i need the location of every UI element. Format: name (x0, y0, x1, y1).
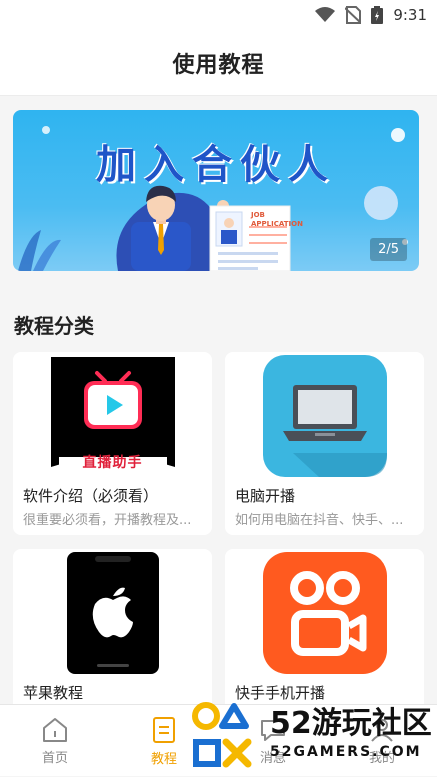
job-sign-line2: APPLICATION (251, 220, 303, 228)
apple-phone-icon (66, 552, 159, 674)
bottom-tab-bar: 首页 教程 消息 我的 (0, 704, 437, 776)
tab-home-label: 首页 (41, 750, 68, 766)
wifi-icon (315, 7, 336, 22)
card-thumbnail: 直播助手 (13, 352, 212, 480)
page-header: 使用教程 (0, 30, 437, 96)
status-icons (315, 6, 384, 24)
tab-home[interactable]: 首页 (15, 705, 95, 777)
battery-icon (371, 6, 384, 24)
tutorial-card-pc-live[interactable]: 电脑开播 如何用电脑在抖音、快手、... (225, 352, 424, 535)
status-bar: 9:31 (0, 0, 437, 30)
home-icon (43, 717, 67, 742)
profile-icon (371, 718, 393, 742)
kuaishou-logo-icon (262, 552, 387, 674)
card-thumbnail (225, 549, 424, 677)
promo-banner[interactable]: 加入合伙人 JOB APPLICATION 2/5 (13, 110, 419, 271)
live-assistant-caption: 直播助手 (82, 455, 143, 471)
card-title: 快手手机开播 (235, 684, 326, 702)
no-sim-icon (345, 6, 362, 24)
tab-profile-label: 我的 (368, 750, 395, 766)
card-title: 苹果教程 (23, 684, 84, 702)
card-thumbnail (225, 352, 424, 480)
tutorial-icon (153, 716, 175, 743)
card-description: 如何用电脑在抖音、快手、... (235, 513, 404, 528)
page-title: 使用教程 (172, 52, 265, 78)
status-time: 9:31 (393, 6, 427, 24)
tab-message[interactable]: 消息 (233, 705, 313, 777)
card-title: 电脑开播 (235, 487, 296, 505)
tutorial-card-intro[interactable]: 直播助手 软件介绍（必须看） 很重要必须看，开播教程及... (13, 352, 212, 535)
tab-profile[interactable]: 我的 (342, 705, 422, 777)
job-sign: JOB APPLICATION (251, 211, 303, 229)
banner-page-indicator: 2/5 (370, 238, 407, 261)
banner-illustration (18, 126, 408, 271)
tab-message-label: 消息 (259, 750, 286, 766)
card-description: 很重要必须看，开播教程及... (23, 513, 192, 528)
tab-tutorial[interactable]: 教程 (124, 705, 204, 777)
message-icon (261, 719, 285, 741)
card-title: 软件介绍（必须看） (23, 487, 159, 505)
laptop-icon (262, 355, 387, 477)
card-thumbnail (13, 549, 212, 677)
section-title: 教程分类 (14, 314, 94, 338)
job-sign-line1: JOB (251, 211, 265, 219)
tab-tutorial-label: 教程 (150, 751, 177, 767)
